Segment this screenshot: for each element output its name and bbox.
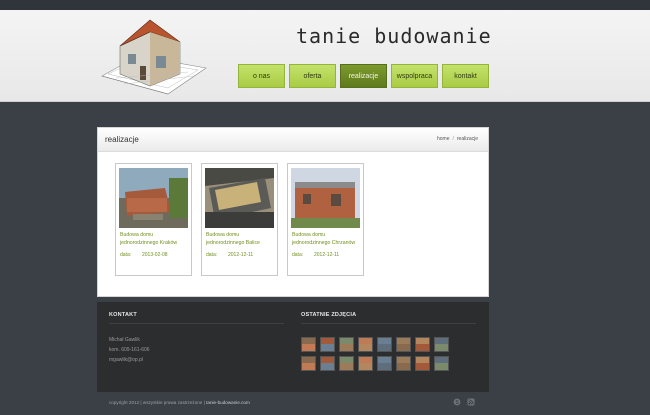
site-link[interactable]: tanie-budowanie.com	[206, 400, 250, 405]
breadcrumb: home / realizacje	[437, 136, 478, 142]
gallery-thumbnail[interactable]	[415, 337, 430, 352]
project-card[interactable]: Budowa domu jednorodzinnego Kraków data:…	[115, 163, 192, 276]
gallery-heading: OSTATNIE ZDJĘCIA	[301, 312, 357, 318]
gallery-thumbnail[interactable]	[377, 356, 392, 371]
project-title[interactable]: Budowa domu jednorodzinnego Balice	[205, 232, 274, 247]
nav-item-realizacje[interactable]: realizacje	[340, 64, 387, 88]
gallery-thumbnail[interactable]	[339, 337, 354, 352]
project-date: data: 2013-02-08	[120, 252, 168, 258]
content-header: realizacje home / realizacje	[98, 128, 488, 152]
content-panel: realizacje home / realizacje Budowa domu j…	[97, 127, 489, 297]
gallery-thumbnail[interactable]	[434, 337, 449, 352]
page-title: realizacje	[105, 135, 139, 144]
footer: KONTAKT Michał Gawlik kom. 609-161-606 m…	[97, 302, 489, 392]
project-title[interactable]: Budowa domu jednorodzinnego Chrzanów	[291, 232, 360, 247]
breadcrumb-current: realizacje	[456, 136, 478, 142]
gallery-thumbnail[interactable]	[415, 356, 430, 371]
project-date: data: 2012-12-11	[206, 252, 254, 258]
gallery-thumbnail[interactable]	[301, 337, 316, 352]
site-title[interactable]: tanie budowanie	[296, 24, 492, 48]
project-photo[interactable]	[291, 168, 360, 228]
project-card[interactable]: Budowa domu jednorodzinnego Chrzanów dat…	[287, 163, 364, 276]
gallery-thumbnail[interactable]	[434, 356, 449, 371]
gallery-thumbnail[interactable]	[320, 337, 335, 352]
nav-item-wspolpraca[interactable]: wspolpraca	[391, 64, 438, 88]
copyright-text: copyright 2012 | wszystkie prawa zastrze…	[109, 400, 205, 405]
main-nav: o nas oferta realizacje wspolpraca konta…	[238, 64, 489, 88]
gallery-thumbnail[interactable]	[339, 356, 354, 371]
site-header: tanie budowanie o nas oferta realizacje …	[0, 10, 650, 102]
divider	[109, 323, 284, 324]
top-bar	[0, 0, 650, 10]
divider	[301, 323, 476, 324]
gallery-thumbnail[interactable]	[377, 337, 392, 352]
gallery-thumbnail[interactable]	[358, 337, 373, 352]
gallery-thumbnail[interactable]	[396, 356, 411, 371]
gallery-thumbnail[interactable]	[301, 356, 316, 371]
contact-name: Michał Gawlik	[109, 337, 140, 343]
nav-item-oferta[interactable]: oferta	[289, 64, 336, 88]
contact-email[interactable]: mgawlik@op.pl	[109, 357, 143, 363]
project-card[interactable]: Budowa domu jednorodzinnego Balice data:…	[201, 163, 278, 276]
project-photo[interactable]	[119, 168, 188, 228]
project-list: Budowa domu jednorodzinnego Kraków data:…	[115, 163, 364, 276]
contact-heading: KONTAKT	[109, 312, 137, 318]
project-title[interactable]: Budowa domu jednorodzinnego Kraków	[119, 232, 188, 247]
project-photo[interactable]	[205, 168, 274, 228]
contact-phone: kom. 609-161-606	[109, 347, 150, 353]
nav-item-o-nas[interactable]: o nas	[238, 64, 285, 88]
social-links: S	[453, 398, 475, 406]
gallery-thumbnail[interactable]	[358, 356, 373, 371]
breadcrumb-separator: /	[452, 136, 454, 142]
skype-icon[interactable]: S	[453, 398, 461, 406]
breadcrumb-home[interactable]: home	[437, 136, 450, 142]
project-date: data: 2012-12-11	[292, 252, 340, 258]
gallery-thumbnail[interactable]	[320, 356, 335, 371]
house-logo-image[interactable]	[98, 16, 210, 100]
copyright-bar: copyright 2012 | wszystkie prawa zastrze…	[109, 400, 250, 405]
gallery-thumbnail[interactable]	[396, 337, 411, 352]
nav-item-kontakt[interactable]: kontakt	[442, 64, 489, 88]
rss-icon[interactable]	[467, 398, 475, 406]
recent-photos-gallery	[301, 337, 466, 371]
